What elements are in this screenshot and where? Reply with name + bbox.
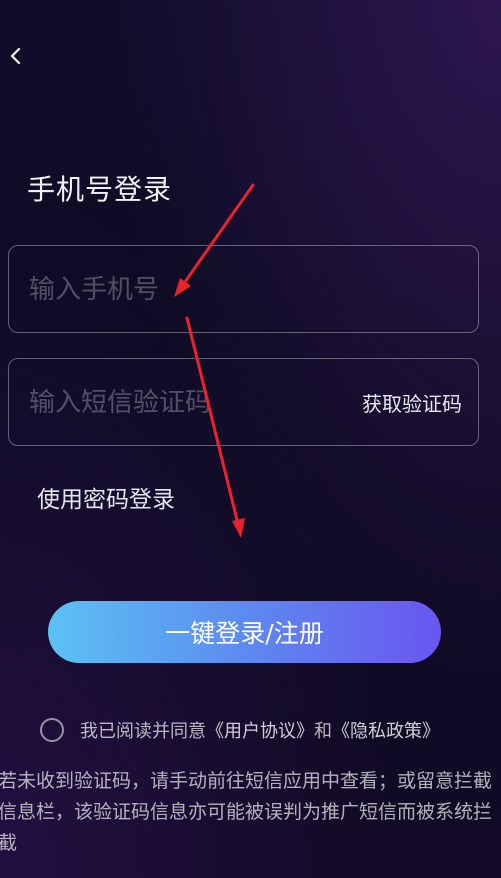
password-login-link[interactable]: 使用密码登录 [37, 480, 175, 514]
sms-code-field[interactable]: 获取验证码 [8, 358, 479, 447]
agreement-checkbox[interactable] [40, 718, 64, 742]
chevron-left-icon [10, 47, 21, 65]
sms-code-input[interactable] [27, 359, 351, 447]
login-register-button[interactable]: 一键登录/注册 [48, 601, 441, 663]
page-title: 手机号登录 [27, 173, 173, 206]
back-button[interactable] [6, 42, 26, 70]
phone-input[interactable] [27, 246, 351, 334]
privacy-policy-link[interactable]: 《隐私政策》 [332, 721, 440, 742]
sms-notice: 若未收到验证码，请手动前往短信应用中查看；或留意拦截信息栏，该验证码信息亦可能被… [0, 770, 493, 854]
agreement-text: 我已阅读并同意《用户协议》和《隐私政策》 [80, 717, 440, 743]
agreement-row: 我已阅读并同意《用户协议》和《隐私政策》 [40, 716, 440, 744]
user-agreement-link[interactable]: 《用户协议》 [206, 721, 314, 742]
agreement-and: 和 [314, 721, 332, 742]
phone-field[interactable] [8, 245, 479, 334]
agreement-prefix: 我已阅读并同意 [80, 721, 206, 742]
get-code-button[interactable]: 获取验证码 [362, 359, 462, 445]
